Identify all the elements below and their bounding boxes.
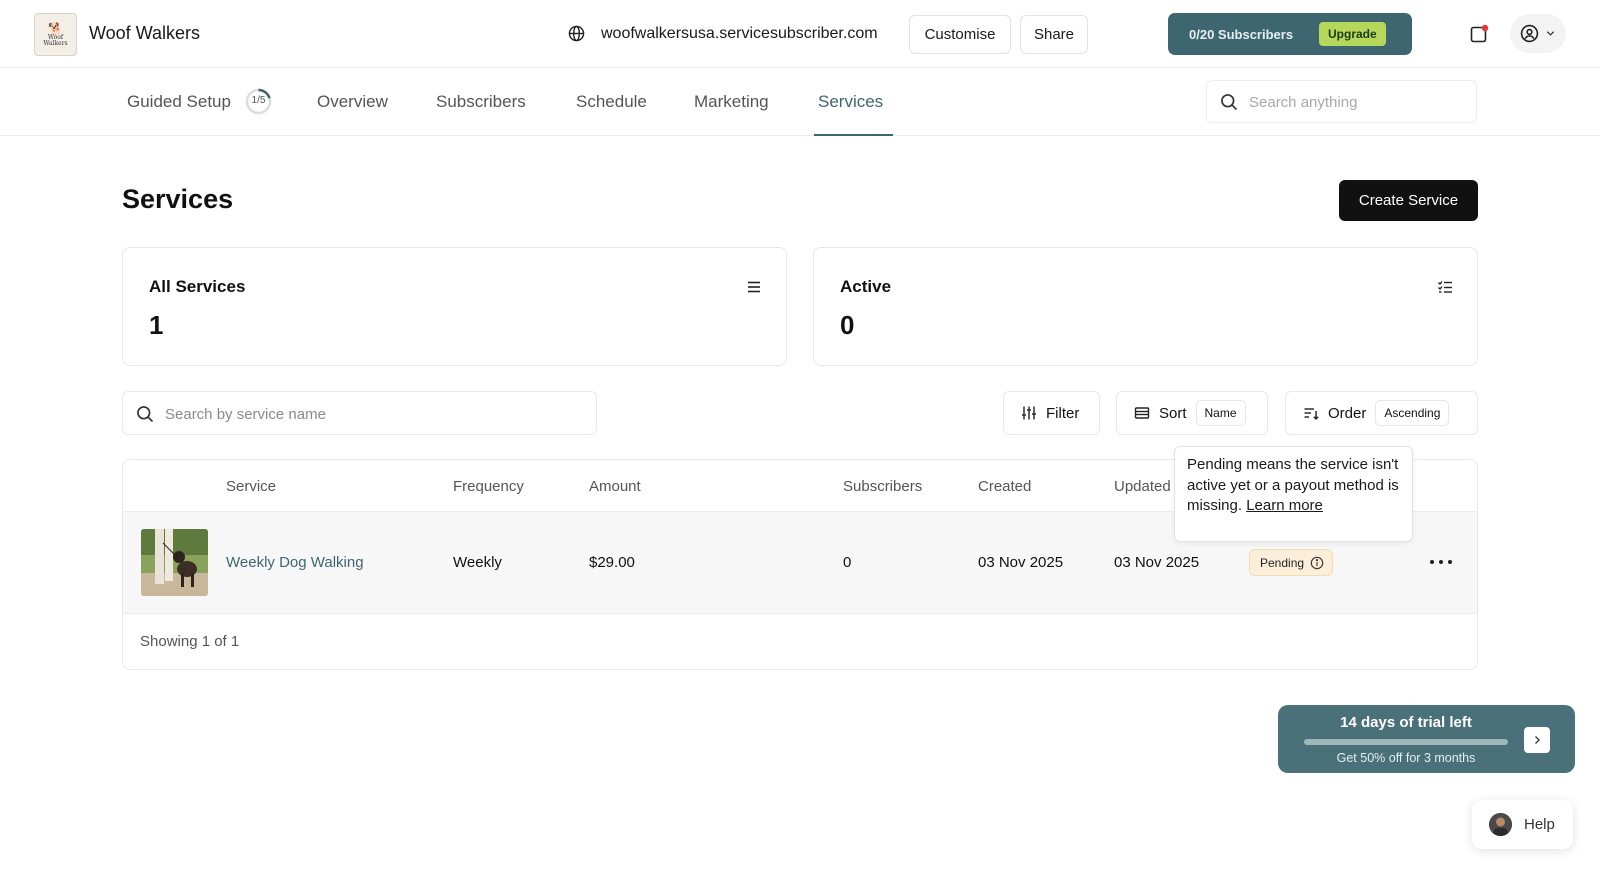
- column-frequency[interactable]: Frequency: [453, 478, 524, 495]
- tab-marketing[interactable]: Marketing: [694, 92, 769, 112]
- order-button[interactable]: Order Ascending: [1285, 391, 1478, 435]
- chevron-right-icon: [1535, 736, 1540, 744]
- sort-label: Sort: [1159, 404, 1187, 422]
- globe-icon: [568, 25, 585, 42]
- search-icon: [137, 406, 154, 423]
- upgrade-button[interactable]: Upgrade: [1319, 22, 1386, 46]
- top-bar: 🐕 Woof Walkers Woof Walkers woofwalkersu…: [0, 0, 1600, 68]
- account-menu-button[interactable]: [1510, 14, 1566, 53]
- user-circle-icon: [1520, 24, 1539, 43]
- brand-logo[interactable]: 🐕 Woof Walkers: [34, 13, 77, 56]
- tab-schedule[interactable]: Schedule: [576, 92, 647, 112]
- dogs-icon: 🐕: [48, 21, 63, 36]
- checklist-icon: [1438, 281, 1452, 293]
- service-search[interactable]: [122, 391, 597, 435]
- sort-value: Name: [1195, 400, 1246, 426]
- column-amount[interactable]: Amount: [589, 478, 641, 495]
- table-footer-count: Showing 1 of 1: [140, 633, 240, 650]
- brand-name: Woof Walkers: [89, 23, 201, 43]
- column-updated[interactable]: Updated: [1114, 478, 1171, 495]
- main-nav: Guided Setup 1/5 Overview Subscribers Sc…: [0, 68, 1600, 136]
- tab-services[interactable]: Services: [818, 92, 883, 112]
- customise-button[interactable]: Customise: [909, 15, 1011, 54]
- subscribers-usage-pill: 0/20 Subscribers Upgrade: [1168, 13, 1412, 55]
- status-badge[interactable]: Pending: [1249, 549, 1334, 576]
- filter-button[interactable]: Filter: [1003, 391, 1100, 435]
- tab-guided-setup[interactable]: Guided Setup: [127, 92, 231, 112]
- search-icon: [1221, 94, 1238, 111]
- active-tab-indicator: [814, 134, 893, 136]
- list-icon: [748, 281, 760, 293]
- support-avatar: [1489, 813, 1512, 836]
- notifications-icon[interactable]: [1469, 24, 1489, 44]
- service-thumbnail: [141, 529, 208, 596]
- column-service[interactable]: Service: [226, 478, 276, 495]
- order-label: Order: [1328, 404, 1367, 422]
- service-name-link[interactable]: Weekly Dog Walking: [226, 554, 364, 571]
- trial-progress-bar: [1304, 739, 1508, 745]
- updated-cell: 03 Nov 2025: [1114, 554, 1200, 571]
- trial-banner[interactable]: 14 days of trial left Get 50% off for 3 …: [1278, 705, 1575, 773]
- global-search-input[interactable]: [1249, 91, 1464, 113]
- trial-title: 14 days of trial left: [1340, 714, 1472, 731]
- column-subscribers[interactable]: Subscribers: [843, 478, 922, 495]
- sort-button[interactable]: Sort Name: [1116, 391, 1268, 435]
- logo-text: Woof Walkers: [43, 33, 68, 47]
- page-title: Services: [122, 184, 234, 214]
- subscribers-cell: 0: [843, 554, 852, 571]
- stat-card-all-services: All Services 1: [122, 247, 787, 366]
- guided-setup-progress: 1/5: [245, 88, 272, 115]
- site-url-link[interactable]: woofwalkersusa.servicesubscriber.com: [601, 25, 878, 43]
- amount-cell: $29.00: [589, 554, 635, 571]
- created-cell: 03 Nov 2025: [978, 554, 1064, 571]
- table-sort-icon: [1134, 407, 1150, 419]
- global-search[interactable]: [1206, 80, 1477, 123]
- stat-value: 1: [149, 310, 164, 340]
- create-service-button[interactable]: Create Service: [1339, 180, 1478, 221]
- trial-open-button[interactable]: [1524, 727, 1550, 753]
- trial-offer: Get 50% off for 3 months: [1336, 751, 1476, 765]
- filter-label: Filter: [1046, 404, 1080, 422]
- chevron-down-icon: [1546, 31, 1555, 36]
- guided-step-count: 1/5: [251, 95, 266, 106]
- stat-label: Active: [840, 277, 892, 296]
- stat-value: 0: [840, 310, 855, 340]
- share-button[interactable]: Share: [1020, 15, 1088, 54]
- sort-order-icon: [1304, 408, 1319, 420]
- tab-overview[interactable]: Overview: [317, 92, 388, 112]
- frequency-cell: Weekly: [453, 554, 502, 571]
- order-value: Ascending: [1375, 400, 1450, 426]
- status-tooltip: Pending means the service isn't active y…: [1174, 446, 1413, 542]
- help-button[interactable]: Help: [1472, 800, 1573, 849]
- more-options-icon[interactable]: [1428, 552, 1454, 572]
- sliders-icon: [1022, 406, 1036, 420]
- learn-more-link[interactable]: Learn more: [1246, 497, 1323, 514]
- stat-label: All Services: [149, 277, 246, 296]
- column-created[interactable]: Created: [978, 478, 1031, 495]
- help-label: Help: [1524, 816, 1555, 833]
- stat-card-active: Active 0: [813, 247, 1478, 366]
- tab-subscribers[interactable]: Subscribers: [436, 92, 526, 112]
- subscribers-usage-text: 0/20 Subscribers: [1189, 26, 1294, 42]
- status-label: Pending: [1260, 555, 1305, 570]
- info-icon[interactable]: [1310, 556, 1324, 570]
- service-search-input[interactable]: [165, 403, 585, 425]
